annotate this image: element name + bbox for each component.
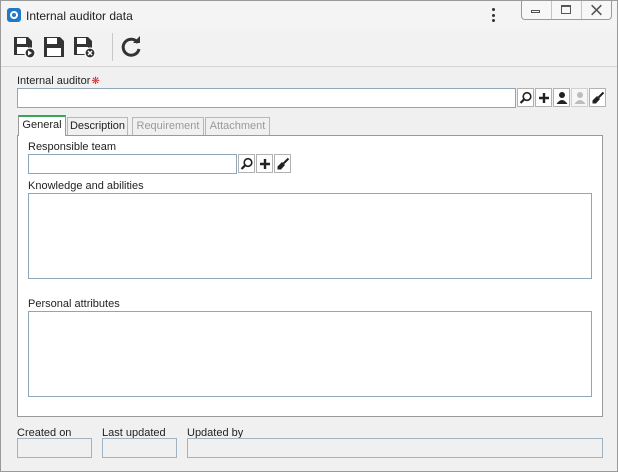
add-icon	[260, 159, 270, 169]
knowledge-textarea[interactable]	[28, 193, 592, 279]
internal-auditor-user-disabled-button[interactable]	[571, 88, 588, 107]
internal-auditor-input[interactable]	[17, 88, 516, 108]
responsible-team-input[interactable]	[28, 154, 237, 174]
refresh-icon	[121, 36, 141, 57]
restore-icon	[561, 5, 571, 14]
user-icon	[556, 92, 568, 104]
save-button[interactable]	[41, 34, 67, 60]
save-icon	[44, 37, 64, 57]
minimize-button[interactable]	[522, 1, 552, 19]
window-controls	[521, 1, 612, 20]
internal-auditor-add-button[interactable]	[535, 88, 552, 107]
close-button[interactable]	[582, 1, 611, 19]
responsible-team-search-button[interactable]	[238, 154, 255, 173]
save-and-new-button[interactable]	[11, 34, 37, 60]
toolbar-separator	[112, 33, 113, 61]
internal-auditor-label-text: Internal auditor	[17, 75, 91, 87]
knowledge-label: Knowledge and abilities	[28, 180, 144, 192]
internal-auditor-clear-button[interactable]	[589, 88, 606, 107]
responsible-team-add-button[interactable]	[256, 154, 273, 173]
minimize-icon	[531, 10, 540, 13]
tab-requirement[interactable]: Requirement	[132, 117, 204, 135]
refresh-button[interactable]	[118, 34, 144, 60]
search-icon	[519, 91, 532, 104]
save-and-close-icon	[74, 37, 96, 59]
search-icon	[240, 157, 253, 170]
tab-general[interactable]: General	[18, 115, 66, 136]
clear-icon	[277, 157, 290, 170]
internal-auditor-search-button[interactable]	[517, 88, 534, 107]
tab-attachment[interactable]: Attachment	[205, 117, 270, 135]
save-and-new-icon	[14, 37, 36, 59]
internal-auditor-user-button[interactable]	[553, 88, 570, 107]
internal-auditor-label: Internal auditor❋	[17, 75, 100, 87]
user-disabled-icon	[574, 92, 586, 104]
restore-button[interactable]	[552, 1, 582, 19]
clear-icon	[592, 91, 605, 104]
personal-attributes-label: Personal attributes	[28, 298, 120, 310]
last-updated-field	[102, 438, 177, 458]
personal-attributes-textarea[interactable]	[28, 311, 592, 397]
app-logo-icon	[7, 8, 21, 22]
responsible-team-clear-button[interactable]	[274, 154, 291, 173]
window-title: Internal auditor data	[26, 9, 133, 23]
close-icon	[591, 4, 602, 16]
toolbar	[1, 29, 617, 67]
save-and-close-button[interactable]	[71, 34, 97, 60]
title-bar: Internal auditor data	[1, 1, 617, 29]
add-icon	[539, 93, 549, 103]
responsible-team-label: Responsible team	[28, 141, 117, 153]
updated-by-field	[187, 438, 603, 458]
required-icon: ❋	[91, 76, 100, 87]
created-on-field	[17, 438, 92, 458]
internal-auditor-window: Internal auditor data Internal auditor❋ …	[0, 0, 618, 472]
tab-description[interactable]: Description	[67, 117, 128, 135]
more-options-icon[interactable]	[489, 7, 497, 23]
